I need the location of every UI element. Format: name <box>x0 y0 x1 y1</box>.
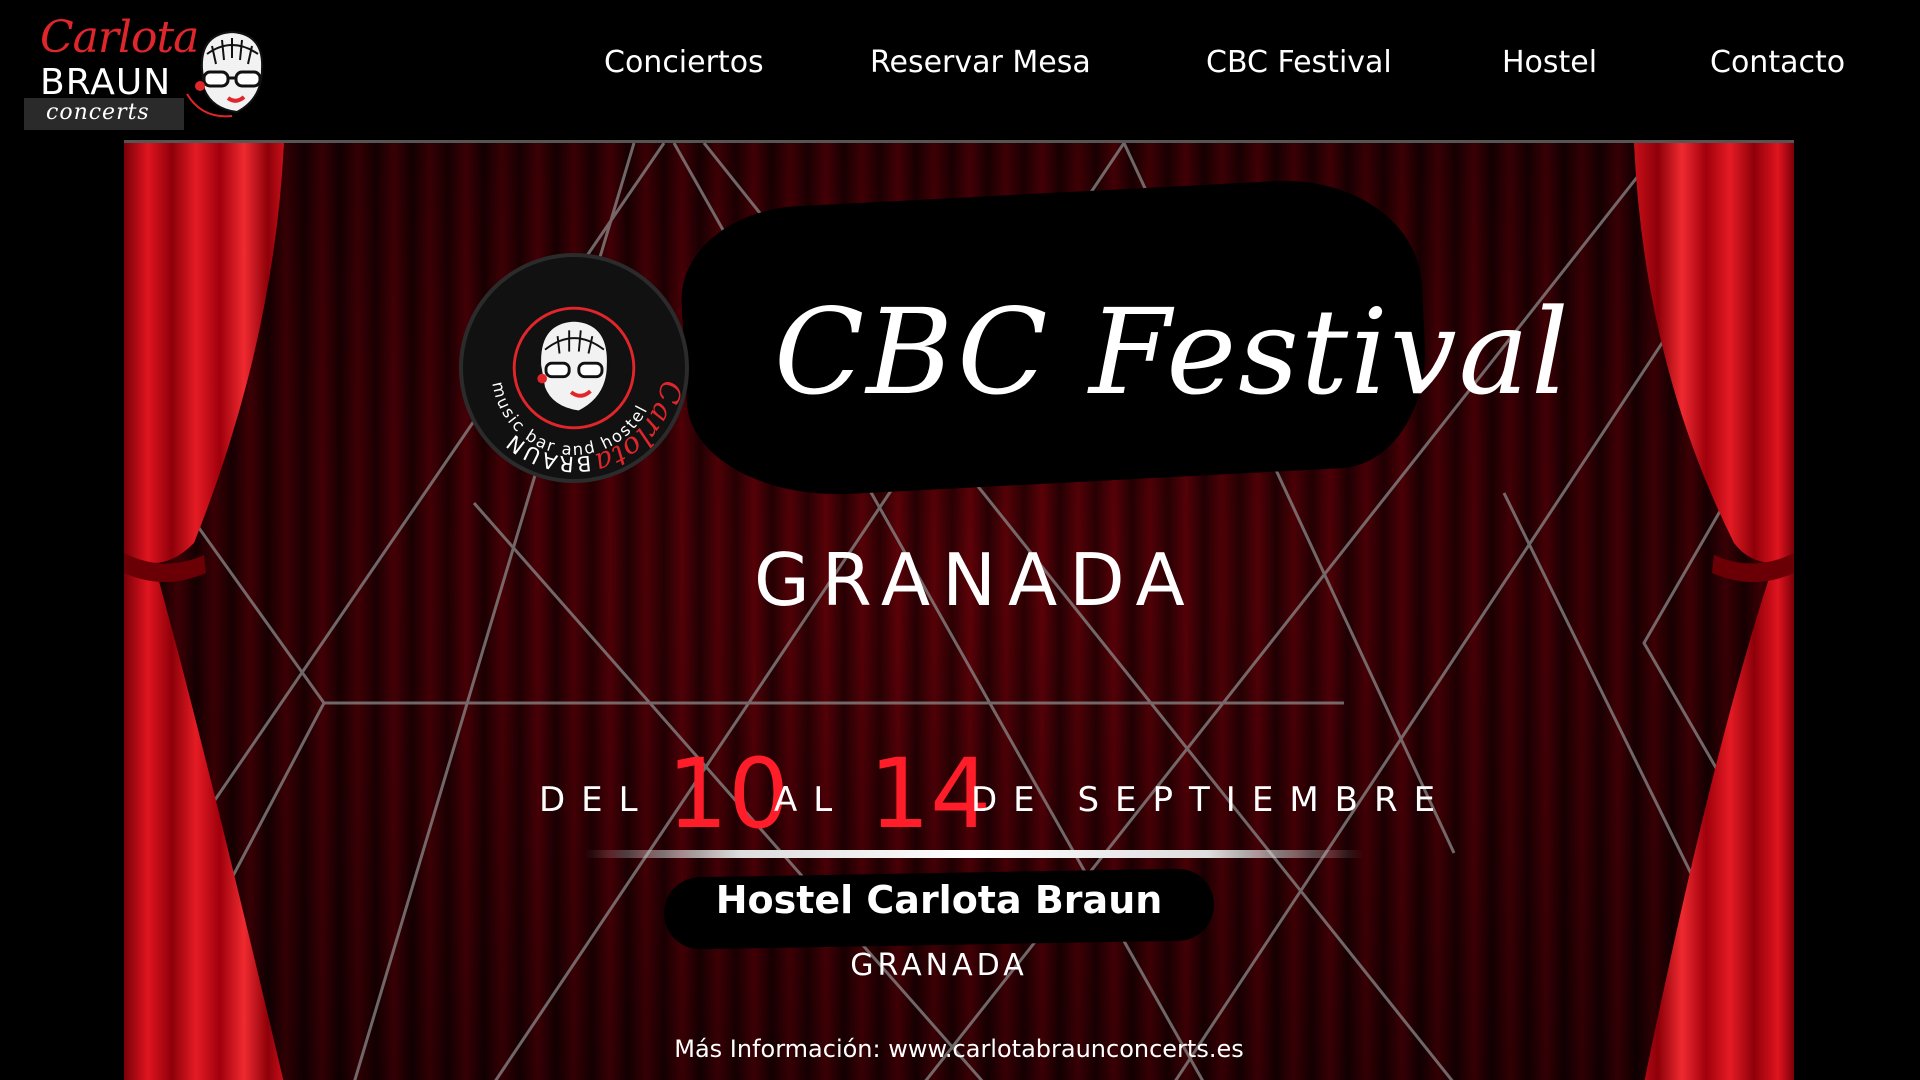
logo-tagline-box: concerts <box>24 98 184 130</box>
dates-suffix: DE SEPTIEMBRE <box>971 780 1452 820</box>
logo-name-text: BRAUN <box>40 62 172 103</box>
logo-face-icon <box>186 30 264 118</box>
badge-face-icon: Carlota BRAUN music bar and hostel <box>488 306 689 481</box>
nav-conciertos[interactable]: Conciertos <box>604 45 764 80</box>
festival-banner[interactable]: Carlota BRAUN music bar and hostel CBC F… <box>124 140 1794 1080</box>
nav-reservar-mesa[interactable]: Reservar Mesa <box>870 45 1091 80</box>
dates-middle: AL <box>774 780 849 820</box>
more-info-link[interactable]: Más Información: www.carlotabraunconcert… <box>524 1035 1394 1063</box>
festival-dates: DEL 10 AL 14 DE SEPTIEMBRE <box>539 738 1439 850</box>
site-logo[interactable]: Carlota BRAUN concerts <box>22 12 282 130</box>
logo-script-text: Carlota <box>40 12 199 63</box>
nav-cbc-festival[interactable]: CBC Festival <box>1206 45 1392 80</box>
site-header: Carlota BRAUN concerts Conciertos Reserv… <box>0 0 1920 140</box>
nav-hostel[interactable]: Hostel <box>1502 45 1597 80</box>
venue-city: GRANADA <box>850 948 1028 983</box>
dates-prefix: DEL <box>539 780 654 820</box>
logo-tagline: concerts <box>46 100 150 125</box>
festival-title: CBC Festival <box>774 283 1571 421</box>
dates-start: 10 <box>667 738 790 850</box>
nav-contacto[interactable]: Contacto <box>1710 45 1845 80</box>
right-curtain <box>1634 143 1794 1080</box>
venue-name: Hostel Carlota Braun <box>715 878 1163 922</box>
venue-badge: Carlota BRAUN music bar and hostel <box>459 253 689 483</box>
festival-city: GRANADA <box>754 538 1197 622</box>
left-curtain <box>124 143 284 1080</box>
divider-rule <box>584 850 1364 858</box>
